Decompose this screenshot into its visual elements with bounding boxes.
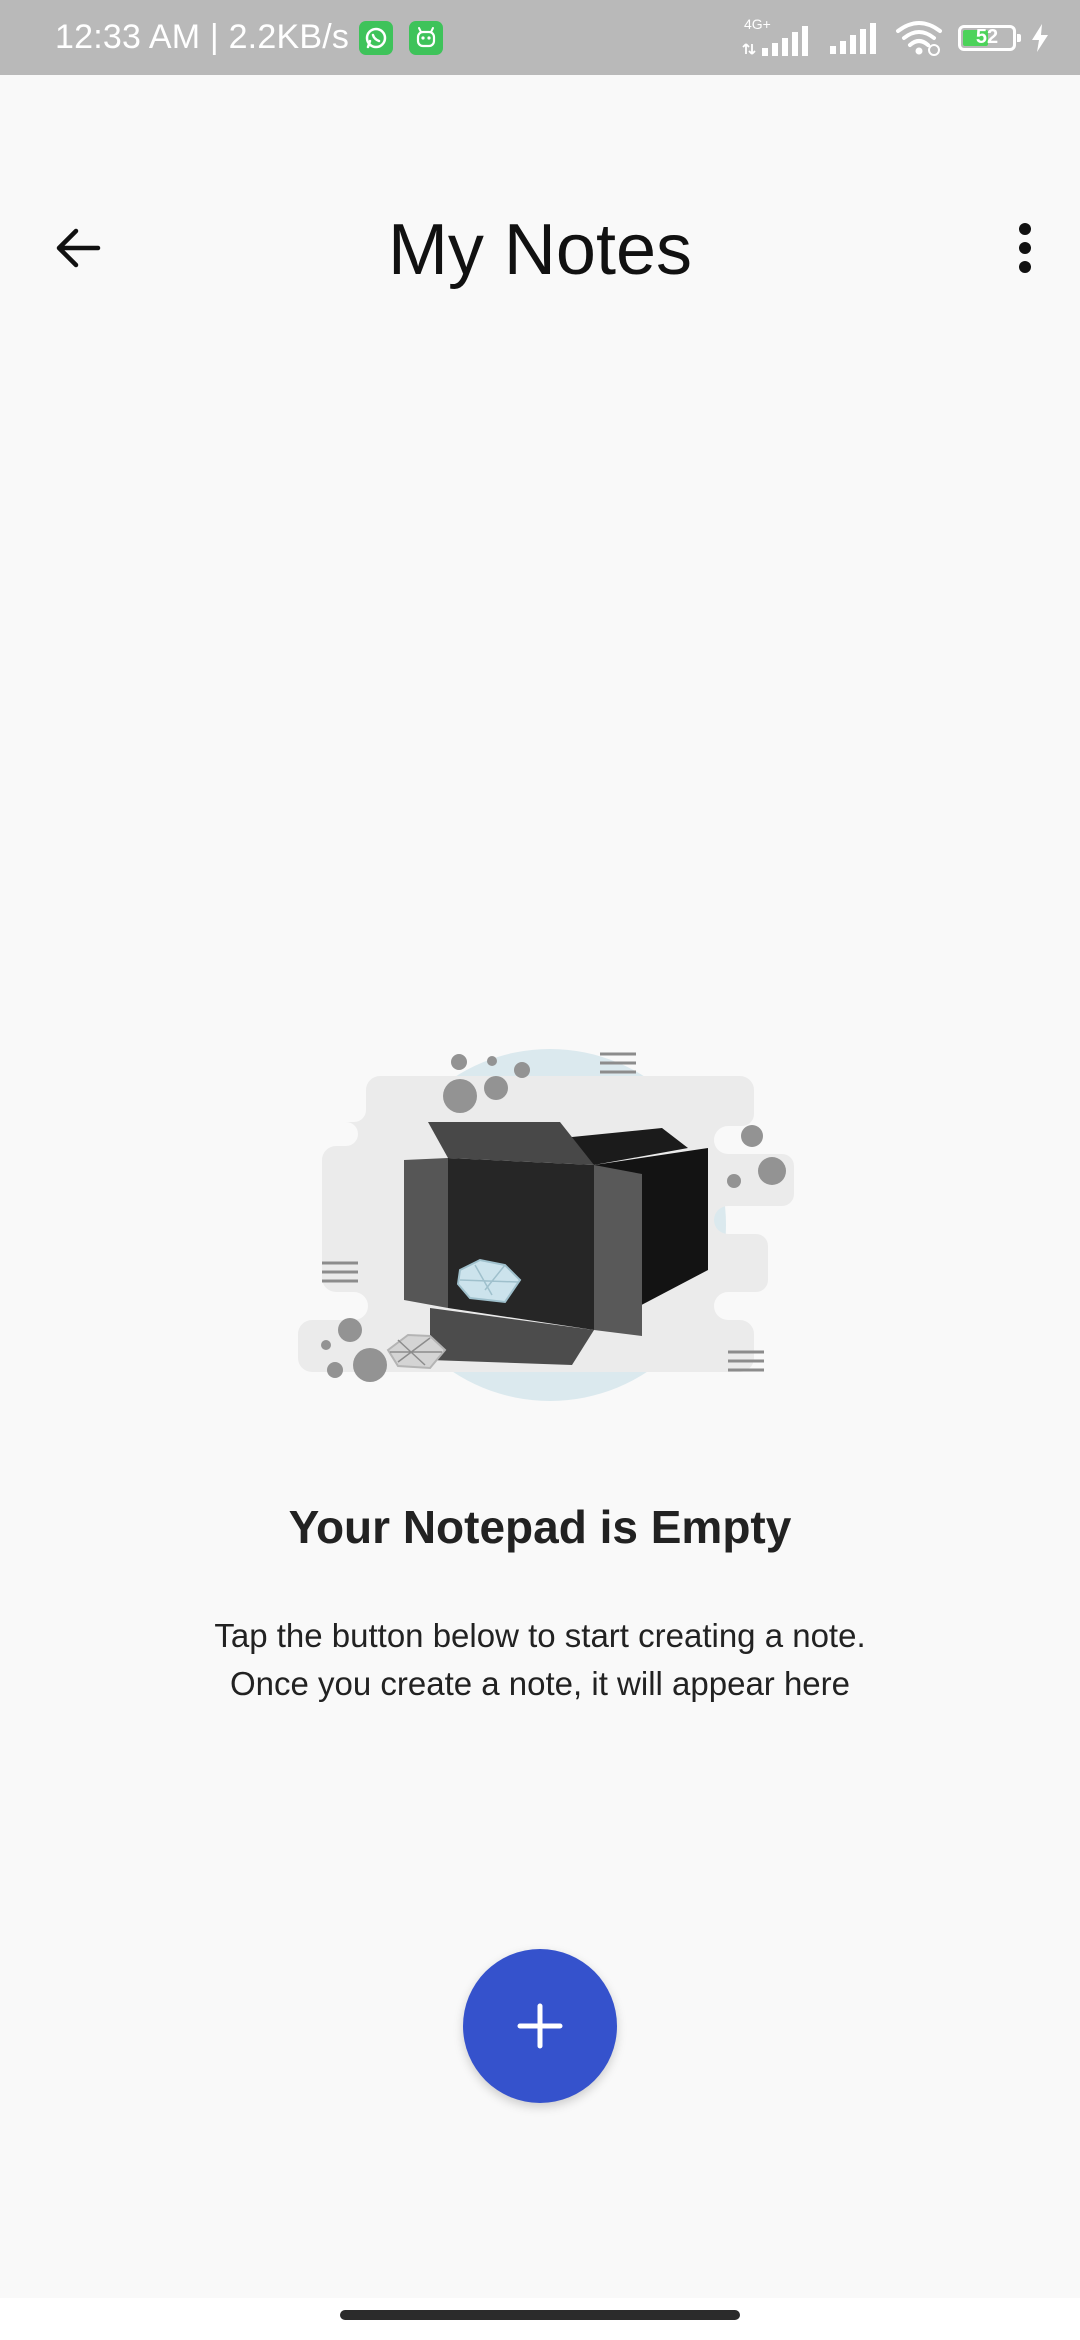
whatsapp-icon	[359, 20, 394, 55]
wifi-icon	[896, 20, 942, 56]
empty-state-description: Tap the button below to start creating a…	[214, 1617, 866, 1702]
battery-level: 52	[975, 26, 999, 48]
notification-app-icon	[409, 20, 444, 55]
status-bar: 12:33 AM | 2.2KB/s 4G+ 52	[0, 0, 1080, 75]
more-options-button[interactable]	[990, 210, 1060, 286]
page-title: My Notes	[387, 210, 693, 290]
status-time-speed: 12:33 AM | 2.2KB/s	[55, 18, 350, 56]
signal-4g-icon: 4G+	[742, 16, 814, 58]
plus-icon	[517, 2003, 563, 2049]
home-indicator[interactable]	[340, 2310, 740, 2320]
navigation-bar	[0, 2298, 1080, 2340]
status-right: 4G+ 52	[742, 0, 1050, 75]
add-note-button[interactable]	[463, 1949, 617, 2103]
notes-screen: 12:33 AM | 2.2KB/s 4G+ 52 My Notes Your …	[0, 0, 1080, 2340]
status-left: 12:33 AM | 2.2KB/s	[55, 0, 444, 75]
more-vertical-icon	[1019, 223, 1031, 273]
charging-icon	[1032, 23, 1048, 52]
empty-box-illustration	[298, 1049, 794, 1401]
signal-icon	[830, 22, 876, 54]
empty-state-title: Your Notepad is Empty	[288, 1501, 792, 1553]
battery-icon: 52	[958, 24, 1021, 51]
